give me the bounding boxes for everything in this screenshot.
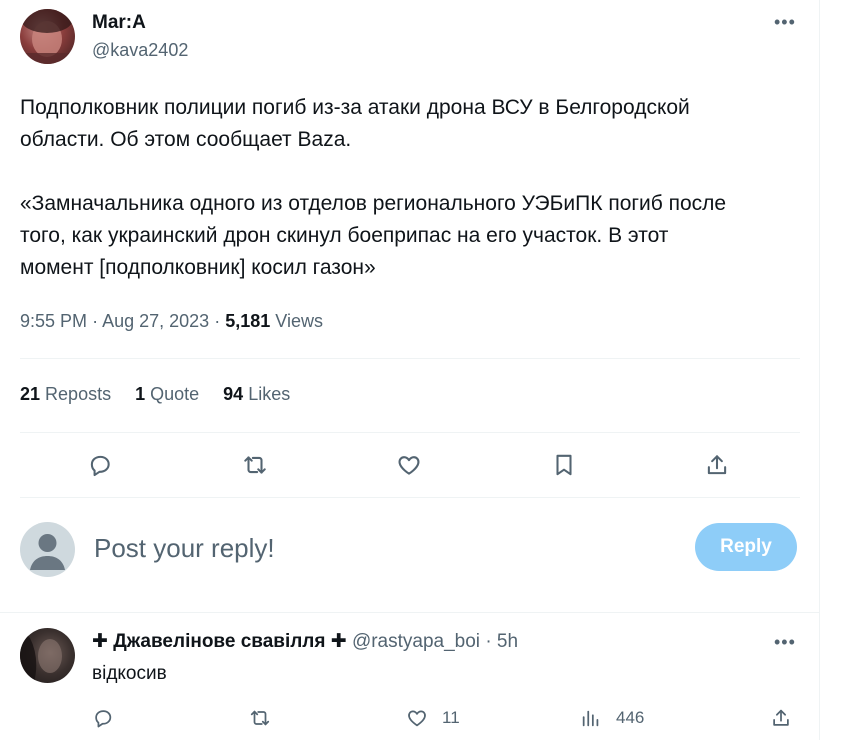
tweet-date[interactable]: Aug 27, 2023 xyxy=(102,311,209,331)
reply-share-icon[interactable] xyxy=(770,702,792,734)
reposts-label: Reposts xyxy=(45,384,112,404)
divider xyxy=(20,432,800,433)
reposts-stat[interactable]: 21 Reposts xyxy=(20,384,111,405)
reply-repost-icon[interactable] xyxy=(249,702,271,734)
reply-icon[interactable] xyxy=(80,445,120,485)
reply-author-avatar[interactable] xyxy=(20,628,75,683)
reply-like-icon xyxy=(408,710,426,727)
share-icon[interactable] xyxy=(697,445,737,485)
like-icon[interactable] xyxy=(389,445,429,485)
reply-like-count: 11 xyxy=(442,708,460,727)
views-label: Views xyxy=(275,311,323,331)
reply-like-button[interactable]: 11 xyxy=(406,702,460,734)
tweet-meta: 9:55 PM · Aug 27, 2023 · 5,181 Views xyxy=(20,311,323,332)
reply-input[interactable] xyxy=(92,527,656,569)
tweet-column: Mar:A @kava2402 ••• Подполковник полиции… xyxy=(0,0,820,740)
reply-age[interactable]: 5h xyxy=(497,631,518,652)
likes-label: Likes xyxy=(248,384,291,404)
reply-reply-icon[interactable] xyxy=(92,702,114,734)
quotes-stat[interactable]: 1 Quote xyxy=(135,384,199,405)
tweet-time[interactable]: 9:55 PM xyxy=(20,311,87,331)
reply-separator: · xyxy=(485,631,492,652)
divider xyxy=(20,358,800,359)
section-separator xyxy=(0,612,820,613)
meta-separator: · xyxy=(92,311,99,331)
reposts-count: 21 xyxy=(20,384,41,404)
reply-button[interactable]: Reply xyxy=(695,523,797,571)
likes-stat[interactable]: 94 Likes xyxy=(223,384,290,405)
reply-views-count: 446 xyxy=(616,708,645,727)
engagement-stats: 21 Reposts 1 Quote 94 Likes xyxy=(20,384,290,405)
divider xyxy=(20,497,800,498)
reply-more-options-icon[interactable]: ••• xyxy=(774,632,796,653)
repost-icon[interactable] xyxy=(235,445,275,485)
tweet-text: Подполковник полиции погиб из-за атаки д… xyxy=(20,96,727,279)
reply-author-handle[interactable]: @rastyapa_boi xyxy=(352,631,480,652)
reply-author-name[interactable]: ✚ Джавелінове свавілля ✚ xyxy=(92,631,347,652)
quotes-label: Quote xyxy=(150,384,200,404)
quotes-count: 1 xyxy=(135,384,146,404)
action-bar xyxy=(0,445,820,485)
reply-text: відкосив xyxy=(92,663,167,684)
views-icon xyxy=(582,710,599,727)
author-avatar[interactable] xyxy=(20,9,75,64)
bookmark-icon[interactable] xyxy=(544,445,584,485)
meta-separator: · xyxy=(214,311,221,331)
likes-count: 94 xyxy=(223,384,244,404)
reply-action-bar: 11 446 xyxy=(0,702,820,734)
author-name[interactable]: Mar:A xyxy=(92,12,146,34)
more-options-icon[interactable]: ••• xyxy=(774,12,796,33)
reply-views-button[interactable]: 446 xyxy=(580,702,644,734)
current-user-avatar xyxy=(20,522,75,577)
reply-author-line: ✚ Джавелінове свавілля ✚ @rastyapa_boi ·… xyxy=(92,630,518,653)
views-count: 5,181 xyxy=(225,311,271,331)
author-handle[interactable]: @kava2402 xyxy=(92,40,188,61)
